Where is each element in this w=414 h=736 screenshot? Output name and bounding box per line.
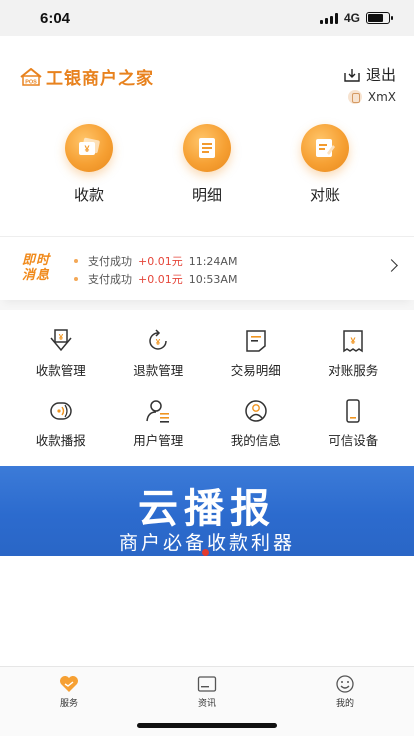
status-time: 6:04 bbox=[40, 10, 71, 27]
reconcile-service-icon: ¥ bbox=[343, 330, 363, 353]
message-amount: +0.01元 bbox=[138, 273, 183, 286]
reconcile-icon bbox=[301, 124, 349, 172]
bullet-icon bbox=[74, 277, 78, 281]
grid-label: 退款管理 bbox=[133, 363, 184, 378]
section-divider bbox=[0, 300, 414, 310]
collect-icon: ¥ bbox=[65, 124, 113, 172]
tab-label: 资讯 bbox=[197, 699, 216, 709]
signal-icon bbox=[319, 12, 338, 24]
collect-manage-icon: ¥ bbox=[50, 329, 72, 352]
reconcile-button[interactable]: 对账 bbox=[285, 124, 365, 224]
banner-title: 云播报 bbox=[138, 486, 276, 532]
message-status: 支付成功 bbox=[88, 273, 132, 286]
collect-label: 收款 bbox=[73, 186, 104, 204]
smiley-icon bbox=[336, 675, 354, 693]
message-ticker[interactable]: 即时 消息 支付成功 +0.01元 11:24AM 支付成功 +0.01元 10… bbox=[0, 236, 414, 300]
logout-label: 退出 bbox=[365, 66, 396, 84]
instant-message-badge: 即时 消息 bbox=[22, 253, 60, 287]
logo-badge-text: POS bbox=[25, 79, 37, 85]
ticker-message: 支付成功 +0.01元 10:53AM bbox=[74, 270, 237, 288]
trusted-device-icon bbox=[346, 399, 360, 423]
ticker-messages: 支付成功 +0.01元 11:24AM 支付成功 +0.01元 10:53AM bbox=[74, 252, 237, 288]
refund-icon: ¥ bbox=[149, 329, 167, 350]
grid-item-broadcast[interactable]: 收款播报 bbox=[12, 388, 110, 454]
app-name: 工银商户之家 bbox=[46, 69, 154, 89]
transaction-detail-icon bbox=[246, 330, 266, 352]
news-icon bbox=[197, 676, 217, 692]
logout-button[interactable]: 退出 bbox=[344, 64, 396, 85]
badge-line-1: 即时 bbox=[22, 253, 51, 268]
grid-item-trusted-device[interactable]: 可信设备 bbox=[305, 388, 403, 454]
reconcile-label: 对账 bbox=[309, 186, 340, 204]
service-heart-icon bbox=[60, 676, 78, 692]
logout-icon bbox=[344, 68, 360, 82]
status-bar: 6:04 4G bbox=[0, 0, 414, 36]
battery-level bbox=[368, 14, 383, 22]
detail-button[interactable]: 明细 bbox=[167, 124, 247, 224]
service-grid: ¥ 收款管理 ¥ 退款管理 交易明细 ¥ 对账服务 收款播报 用户管理 我的信息… bbox=[0, 310, 414, 454]
user-avatar-icon bbox=[347, 90, 362, 104]
grid-item-transaction-detail[interactable]: 交易明细 bbox=[207, 318, 305, 384]
promo-banner[interactable]: 云播报 商户必备收款利器 bbox=[0, 466, 414, 556]
carousel-dot[interactable] bbox=[202, 549, 209, 556]
main-actions: ¥ 收款 明细 对账 bbox=[0, 110, 414, 224]
collect-button[interactable]: ¥ 收款 bbox=[49, 124, 129, 224]
house-logo-icon: POS bbox=[20, 67, 42, 86]
grid-label: 收款管理 bbox=[35, 363, 86, 378]
grid-item-reconcile-service[interactable]: ¥ 对账服务 bbox=[305, 318, 403, 384]
grid-label: 我的信息 bbox=[230, 433, 281, 448]
detail-label: 明细 bbox=[191, 186, 222, 204]
tab-bar: 服务 资讯 我的 bbox=[0, 666, 414, 736]
tab-label: 服务 bbox=[59, 699, 78, 709]
svg-text:¥: ¥ bbox=[59, 333, 64, 342]
grid-item-refund[interactable]: ¥ 退款管理 bbox=[110, 318, 208, 384]
grid-label: 交易明细 bbox=[230, 363, 281, 378]
username: XmX bbox=[367, 90, 396, 104]
header: POS 工银商户之家 退出 XmX bbox=[0, 36, 414, 110]
tab-service[interactable]: 服务 bbox=[0, 667, 138, 736]
message-status: 支付成功 bbox=[88, 255, 132, 268]
grid-item-collect-manage[interactable]: ¥ 收款管理 bbox=[12, 318, 110, 384]
ticker-message: 支付成功 +0.01元 11:24AM bbox=[74, 252, 237, 270]
message-time: 11:24AM bbox=[188, 254, 238, 268]
user-account: XmX bbox=[347, 90, 396, 104]
badge-line-2: 消息 bbox=[22, 268, 51, 283]
message-amount: +0.01元 bbox=[138, 255, 183, 268]
battery-icon bbox=[366, 12, 393, 24]
home-indicator[interactable] bbox=[137, 723, 277, 728]
grid-label: 收款播报 bbox=[35, 433, 86, 448]
svg-text:¥: ¥ bbox=[351, 336, 356, 346]
grid-item-user-manage[interactable]: 用户管理 bbox=[110, 388, 208, 454]
svg-text:¥: ¥ bbox=[84, 144, 89, 154]
user-manage-icon bbox=[146, 400, 170, 423]
app-logo: POS 工银商户之家 bbox=[20, 64, 154, 89]
message-time: 10:53AM bbox=[188, 272, 238, 286]
detail-icon bbox=[183, 124, 231, 172]
status-indicators: 4G bbox=[319, 11, 393, 25]
grid-label: 对账服务 bbox=[328, 363, 379, 378]
grid-label: 可信设备 bbox=[328, 433, 379, 448]
my-info-icon bbox=[245, 400, 267, 422]
network-type: 4G bbox=[343, 11, 360, 25]
tab-label: 我的 bbox=[335, 699, 354, 709]
grid-item-my-info[interactable]: 我的信息 bbox=[207, 388, 305, 454]
chevron-right-icon[interactable] bbox=[385, 259, 398, 272]
tab-mine[interactable]: 我的 bbox=[276, 667, 414, 736]
broadcast-icon bbox=[50, 402, 72, 420]
grid-label: 用户管理 bbox=[133, 433, 184, 448]
svg-text:¥: ¥ bbox=[156, 338, 161, 347]
bullet-icon bbox=[74, 259, 78, 263]
